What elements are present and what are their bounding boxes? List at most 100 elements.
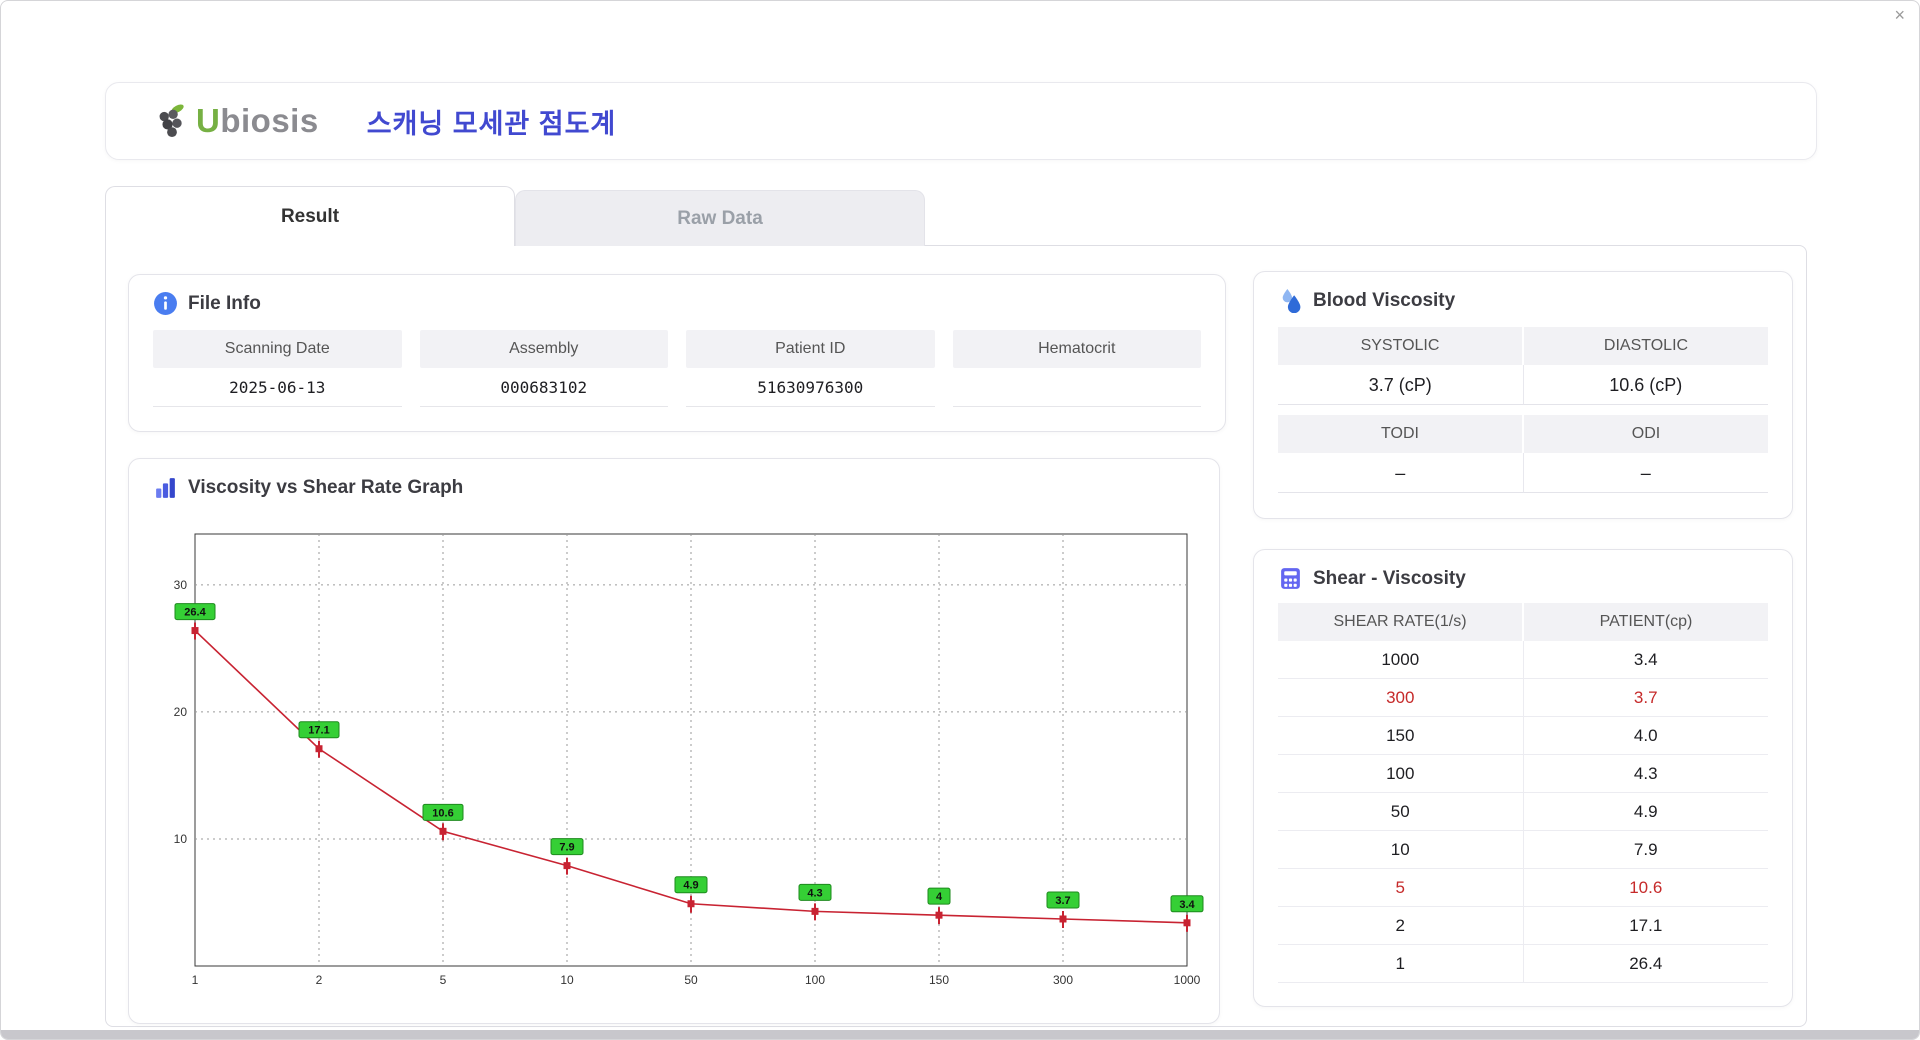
shear-cell: 300 (1278, 679, 1524, 717)
table-row: 10 7.9 (1278, 831, 1768, 869)
point-label: 4.3 (807, 887, 822, 899)
tab-result[interactable]: Result (105, 186, 515, 246)
field-label: Hematocrit (952, 330, 1201, 368)
shear-cell: 100 (1278, 755, 1524, 793)
shear-viscosity-header: Shear - Viscosity (1278, 566, 1768, 591)
data-point-marker (563, 862, 571, 870)
result-panel: File Info Scanning Date 2025-06-13 Assem… (105, 245, 1807, 1027)
point-label: 10.6 (432, 807, 453, 819)
field-value: 000683102 (419, 368, 668, 407)
close-icon[interactable]: × (1894, 5, 1905, 26)
x-tick-label: 1000 (1174, 973, 1201, 987)
shear-cell: 50 (1278, 793, 1524, 831)
droplet-icon (1282, 289, 1301, 313)
x-tick-label: 5 (440, 973, 447, 987)
y-tick-label: 30 (174, 578, 188, 592)
diastolic-value: 10.6 (cP) (1522, 365, 1768, 405)
shear-cell: 150 (1278, 717, 1524, 755)
patient-cell: 3.4 (1523, 641, 1768, 679)
data-point-marker (315, 745, 323, 753)
tab-raw-data[interactable]: Raw Data (515, 190, 925, 246)
field-scanning-date: Scanning Date 2025-06-13 (153, 330, 402, 407)
table-row: 100 4.3 (1278, 755, 1768, 793)
patient-cell: 10.6 (1523, 869, 1768, 907)
graph-header: Viscosity vs Shear Rate Graph (153, 475, 1195, 500)
bar-chart-icon (156, 478, 175, 498)
point-label: 4 (936, 891, 943, 903)
point-label: 4.9 (683, 880, 698, 892)
field-hematocrit: Hematocrit (952, 330, 1201, 407)
table-row: 150 4.0 (1278, 717, 1768, 755)
shear-viscosity-table: SHEAR RATE(1/s) PATIENT(cp) 1000 3.4 300… (1278, 603, 1768, 983)
field-label: Assembly (419, 330, 668, 368)
grape-logo-icon (159, 104, 184, 137)
table-header-row: SHEAR RATE(1/s) PATIENT(cp) (1278, 603, 1768, 641)
systolic-header: SYSTOLIC (1278, 327, 1522, 365)
horizontal-scrollbar[interactable] (1, 1030, 1919, 1039)
info-icon (154, 292, 177, 315)
todi-value: – (1278, 453, 1523, 493)
table-row: 300 3.7 (1278, 679, 1768, 717)
point-label: 17.1 (308, 725, 329, 737)
data-point-marker (811, 907, 819, 915)
data-point-marker (1059, 915, 1067, 923)
file-info-fields: Scanning Date 2025-06-13 Assembly 000683… (153, 330, 1201, 407)
odi-header: ODI (1524, 415, 1768, 453)
patient-cell: 4.3 (1523, 755, 1768, 793)
x-tick-label: 10 (560, 973, 574, 987)
logo-letter-u: U (196, 102, 221, 139)
data-point-marker (935, 911, 943, 919)
data-point-marker (191, 627, 199, 635)
header: Ubiosis 스캐닝 모세관 점도계 (105, 82, 1817, 160)
x-tick-label: 2 (316, 973, 323, 987)
app-window: × Ubiosis 스캐닝 모세관 점도계 Result Raw Data Fi… (0, 0, 1920, 1040)
data-point-marker (687, 900, 695, 908)
shear-cell: 2 (1278, 907, 1524, 945)
point-label: 3.4 (1179, 899, 1195, 911)
table-row: SYSTOLIC DIASTOLIC (1278, 327, 1768, 365)
shear-cell: 10 (1278, 831, 1524, 869)
shear-cell: 5 (1278, 869, 1524, 907)
x-tick-label: 1 (192, 973, 199, 987)
shear-cell: 1000 (1278, 641, 1524, 679)
table-row: 3.7 (cP) 10.6 (cP) (1278, 365, 1768, 405)
y-tick-label: 20 (174, 705, 188, 719)
table-row: 50 4.9 (1278, 793, 1768, 831)
patient-cell: 26.4 (1523, 945, 1768, 983)
shear-viscosity-card: Shear - Viscosity SHEAR RATE(1/s) PATIEN… (1253, 549, 1793, 1007)
shear-viscosity-title: Shear - Viscosity (1313, 567, 1466, 589)
field-patient-id: Patient ID 51630976300 (686, 330, 935, 407)
logo-letters-biosis: biosis (220, 102, 319, 139)
x-tick-label: 150 (929, 973, 949, 987)
shear-cell: 1 (1278, 945, 1524, 983)
odi-value: – (1522, 453, 1768, 493)
logo-text: Ubiosis (196, 102, 319, 140)
table-row: 2 17.1 (1278, 907, 1768, 945)
field-value (952, 368, 1201, 407)
todi-header: TODI (1278, 415, 1522, 453)
point-label: 3.7 (1055, 895, 1070, 907)
blood-viscosity-table: SYSTOLIC DIASTOLIC 3.7 (cP) 10.6 (cP) TO… (1278, 327, 1768, 493)
diastolic-header: DIASTOLIC (1524, 327, 1768, 365)
patient-cell: 4.0 (1523, 717, 1768, 755)
patient-cell: 7.9 (1523, 831, 1768, 869)
patient-cell: 17.1 (1523, 907, 1768, 945)
calculator-icon (1281, 568, 1300, 589)
table-row: – – (1278, 453, 1768, 493)
field-value: 51630976300 (686, 368, 935, 407)
table-row: TODI ODI (1278, 415, 1768, 453)
data-point-marker (1183, 919, 1191, 927)
point-label: 26.4 (184, 607, 206, 619)
field-label: Patient ID (686, 330, 935, 368)
blood-viscosity-header: Blood Viscosity (1278, 288, 1768, 313)
file-info-header: File Info (153, 291, 1201, 316)
table-row: 1000 3.4 (1278, 641, 1768, 679)
ubiosis-logo: Ubiosis (152, 101, 319, 141)
patient-column-header: PATIENT(cp) (1524, 603, 1768, 641)
systolic-value: 3.7 (cP) (1278, 365, 1523, 405)
blood-viscosity-card: Blood Viscosity SYSTOLIC DIASTOLIC 3.7 (… (1253, 271, 1793, 519)
graph-card: Viscosity vs Shear Rate Graph 10 20 30 1 2 5 1… (128, 458, 1220, 1024)
x-tick-label: 100 (805, 973, 825, 987)
file-info-card: File Info Scanning Date 2025-06-13 Assem… (128, 274, 1226, 432)
blood-viscosity-title: Blood Viscosity (1313, 289, 1456, 311)
